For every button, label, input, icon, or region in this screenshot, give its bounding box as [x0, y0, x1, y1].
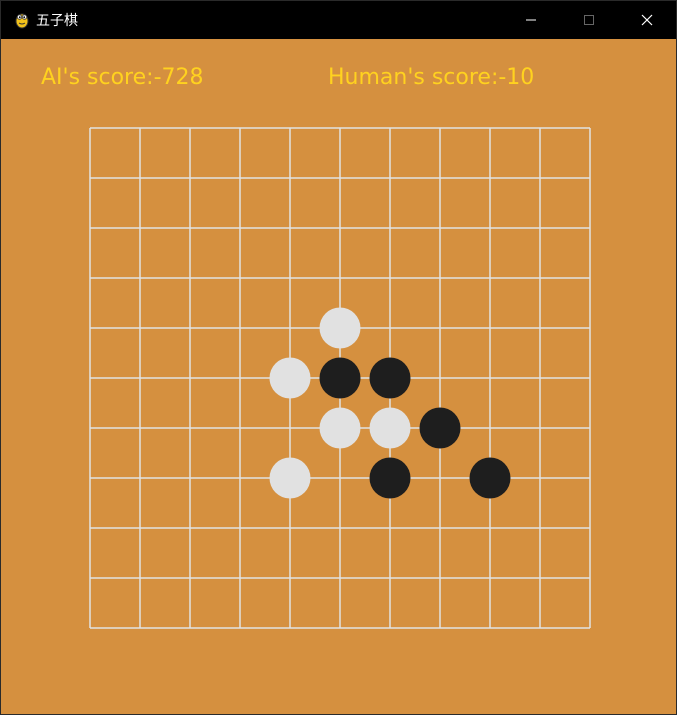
close-icon — [641, 14, 653, 26]
maximize-button[interactable] — [560, 1, 618, 39]
black-stone — [469, 457, 511, 499]
white-stone — [369, 407, 411, 449]
white-stone — [269, 457, 311, 499]
white-stone — [269, 357, 311, 399]
game-window: 五子棋 AI's score:-728 Human's score:-10 — [0, 0, 677, 715]
title-bar[interactable]: 五子棋 — [1, 1, 676, 39]
minimize-button[interactable] — [502, 1, 560, 39]
close-button[interactable] — [618, 1, 676, 39]
black-stone — [369, 457, 411, 499]
window-title: 五子棋 — [36, 13, 78, 29]
maximize-icon — [584, 15, 594, 25]
black-stone — [419, 407, 461, 449]
game-canvas[interactable]: AI's score:-728 Human's score:-10 — [1, 39, 676, 714]
white-stone — [319, 307, 361, 349]
black-stone — [369, 357, 411, 399]
white-stone — [319, 407, 361, 449]
gomoku-board[interactable] — [1, 39, 676, 714]
minimize-icon — [526, 19, 536, 21]
pygame-snake-icon — [12, 10, 32, 30]
black-stone — [319, 357, 361, 399]
